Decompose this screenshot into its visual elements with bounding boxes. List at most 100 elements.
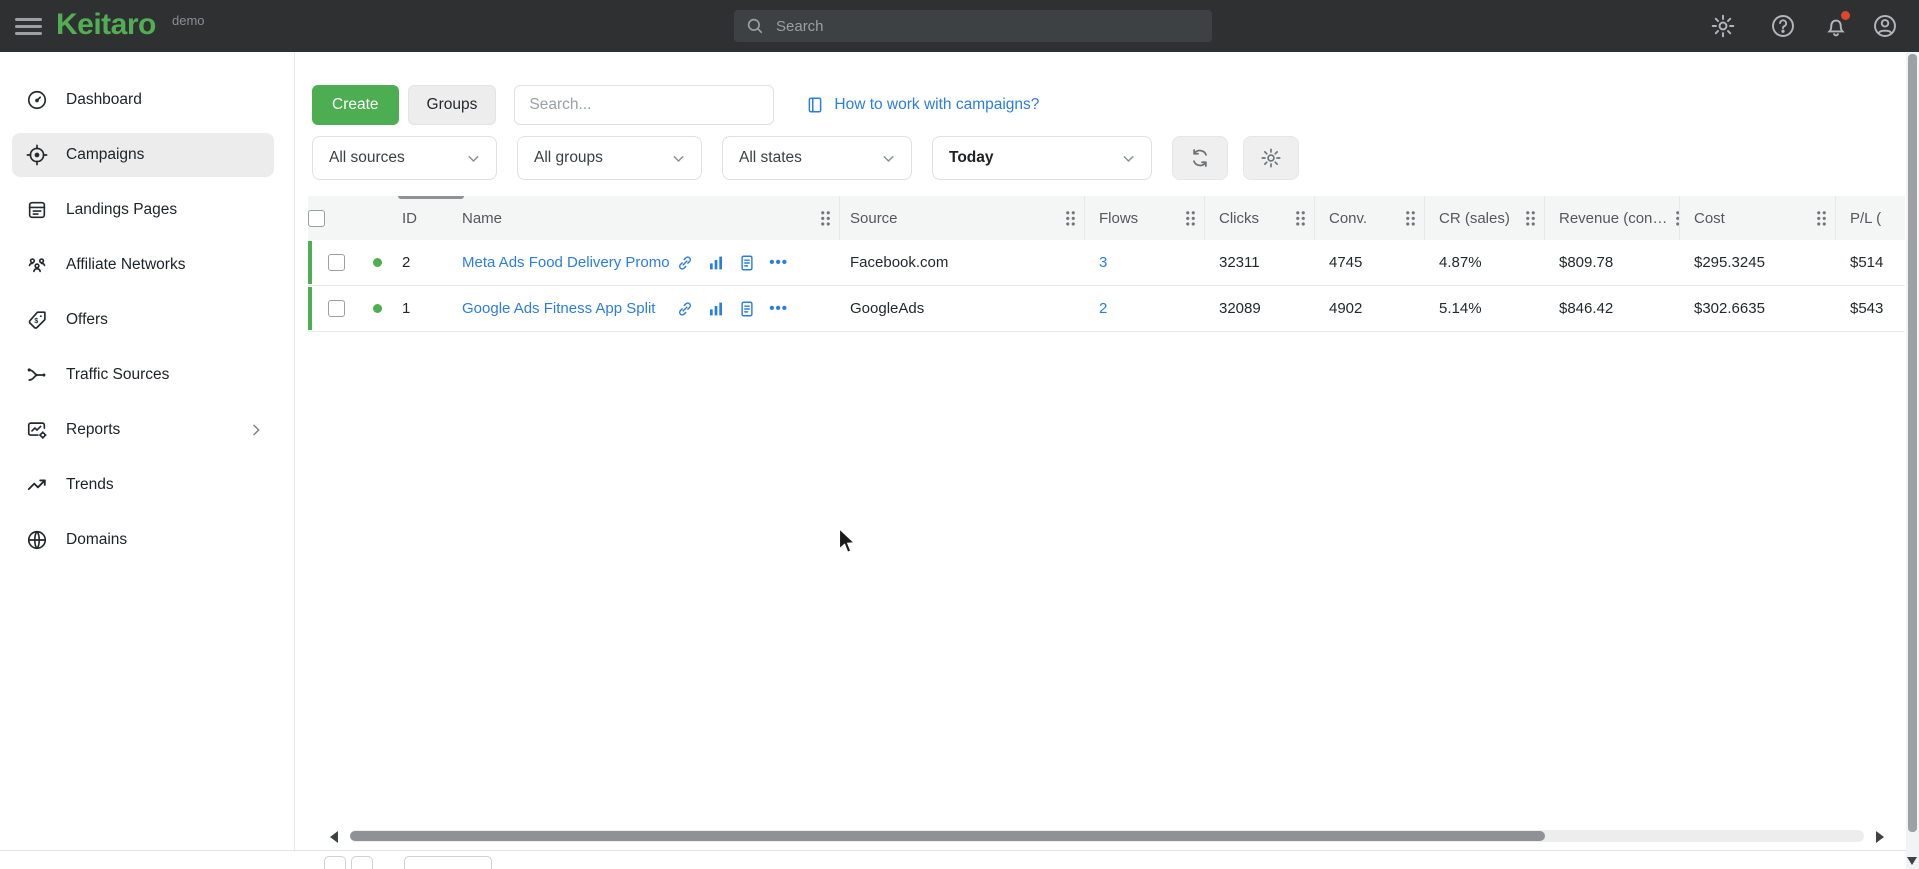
groups-button[interactable]: Groups [408, 85, 497, 125]
sidebar-item-label: Traffic Sources [66, 366, 169, 384]
states-filter-dropdown[interactable]: All states [722, 136, 912, 180]
sidebar-item-label: Affiliate Networks [66, 256, 185, 274]
column-header-cr-sales[interactable]: CR (sales) [1425, 196, 1545, 240]
conversions-value: 4745 [1315, 240, 1425, 285]
book-icon [806, 96, 824, 114]
sources-filter-dropdown[interactable]: All sources [312, 136, 497, 180]
horizontal-scrollbar-thumb[interactable] [350, 831, 1545, 841]
row-actions: ••• [676, 300, 788, 318]
more-actions-icon[interactable]: ••• [769, 254, 788, 271]
column-header-revenue[interactable]: Revenue (con… [1545, 196, 1680, 240]
column-drag-handle-icon[interactable] [1185, 210, 1196, 227]
revenue-value: $809.78 [1545, 240, 1680, 285]
scroll-right-arrow[interactable] [1876, 831, 1884, 843]
table-top-scrollbar-thumb[interactable] [398, 196, 464, 199]
column-drag-handle-icon[interactable] [1405, 210, 1416, 227]
gauge-icon [26, 89, 48, 111]
refresh-button[interactable] [1172, 136, 1228, 180]
sources-filter-value: All sources [329, 149, 405, 167]
sidebar-item-reports[interactable]: Reports [12, 408, 274, 452]
hamburger-menu-icon[interactable] [15, 14, 42, 38]
people-icon [26, 254, 48, 276]
table-row: 1 Google Ads Fitness App Split ••• Googl… [308, 286, 1905, 332]
column-drag-handle-icon[interactable] [1065, 210, 1076, 227]
topbar: Keitaro demo [0, 0, 1919, 52]
status-dot-active [373, 258, 382, 267]
help-icon[interactable] [1770, 13, 1796, 39]
target-icon [26, 144, 48, 166]
campaign-source: Facebook.com [840, 240, 1085, 285]
status-dot-active [373, 304, 382, 313]
sidebar-item-domains[interactable]: Domains [12, 518, 274, 562]
vertical-scrollbar-thumb[interactable] [1908, 54, 1917, 832]
chevron-down-icon [1120, 150, 1137, 167]
column-drag-handle-icon[interactable] [1525, 210, 1536, 227]
campaigns-search-input[interactable] [514, 85, 774, 125]
cr-value: 4.87% [1425, 240, 1545, 285]
global-search-input[interactable] [776, 18, 1200, 35]
account-icon[interactable] [1872, 13, 1898, 39]
campaign-stats-icon[interactable] [707, 254, 725, 272]
column-header-name[interactable]: Name [456, 196, 840, 240]
column-header-conv[interactable]: Conv. [1315, 196, 1425, 240]
sidebar-item-landings-pages[interactable]: Landings Pages [12, 188, 274, 232]
column-header-pl[interactable]: P/L ( [1836, 196, 1905, 240]
cost-value: $302.6635 [1680, 286, 1836, 331]
groups-filter-value: All groups [534, 149, 603, 167]
cr-value: 5.14% [1425, 286, 1545, 331]
sidebar-item-campaigns[interactable]: Campaigns [12, 133, 274, 177]
row-actions: ••• [676, 254, 788, 272]
notifications-bell-icon[interactable] [1823, 13, 1849, 39]
column-drag-handle-icon[interactable] [1295, 210, 1306, 227]
column-header-clicks[interactable]: Clicks [1205, 196, 1315, 240]
campaign-notes-icon[interactable] [738, 300, 756, 318]
pl-value: $514 [1836, 240, 1905, 285]
scroll-down-arrow[interactable] [1907, 857, 1917, 865]
date-range-value: Today [949, 149, 994, 167]
date-range-dropdown[interactable]: Today [932, 136, 1152, 180]
row-checkbox[interactable] [328, 300, 345, 317]
sidebar-item-offers[interactable]: $ Offers [12, 298, 274, 342]
pagination-button[interactable] [324, 856, 346, 869]
column-header-cost[interactable]: Cost [1680, 196, 1836, 240]
groups-filter-dropdown[interactable]: All groups [517, 136, 702, 180]
table-settings-button[interactable] [1243, 136, 1299, 180]
help-campaigns-link[interactable]: How to work with campaigns? [806, 96, 1039, 114]
column-header-flows[interactable]: Flows [1085, 196, 1205, 240]
states-filter-value: All states [739, 149, 802, 167]
horizontal-scrollbar-track[interactable] [350, 830, 1864, 842]
main-content: Create Groups How to work with campaigns… [296, 52, 1919, 869]
sidebar-item-affiliate-networks[interactable]: Affiliate Networks [12, 243, 274, 287]
sidebar-item-label: Offers [66, 311, 108, 329]
sidebar-item-dashboard[interactable]: Dashboard [12, 78, 274, 122]
row-checkbox[interactable] [328, 254, 345, 271]
create-button[interactable]: Create [312, 85, 399, 125]
campaign-link-icon[interactable] [676, 254, 694, 272]
campaign-name-link[interactable]: Meta Ads Food Delivery Promo [462, 254, 670, 271]
pagination-button[interactable] [351, 856, 373, 869]
more-actions-icon[interactable]: ••• [769, 300, 788, 317]
horizontal-scrollbar [308, 825, 1892, 848]
status-column-header [364, 196, 390, 240]
column-header-id[interactable]: ID [390, 196, 456, 240]
column-drag-handle-icon[interactable] [1816, 210, 1827, 227]
pages-icon [26, 199, 48, 221]
select-all-checkbox[interactable] [308, 210, 325, 227]
sidebar-item-trends[interactable]: Trends [12, 463, 274, 507]
sidebar-item-traffic-sources[interactable]: Traffic Sources [12, 353, 274, 397]
sidebar-item-label: Landings Pages [66, 201, 177, 219]
campaign-notes-icon[interactable] [738, 254, 756, 272]
split-icon [26, 364, 48, 386]
campaign-name-link[interactable]: Google Ads Fitness App Split [462, 300, 655, 317]
scroll-left-arrow[interactable] [330, 831, 338, 843]
flows-count-link[interactable]: 2 [1099, 300, 1107, 317]
flows-count-link[interactable]: 3 [1099, 254, 1107, 271]
campaign-link-icon[interactable] [676, 300, 694, 318]
column-drag-handle-icon[interactable] [820, 210, 831, 227]
vertical-scrollbar[interactable] [1906, 52, 1919, 869]
campaign-stats-icon[interactable] [707, 300, 725, 318]
page-size-select[interactable] [404, 856, 492, 869]
settings-gear-icon[interactable] [1710, 13, 1736, 39]
global-search[interactable] [734, 10, 1212, 42]
column-header-source[interactable]: Source [840, 196, 1085, 240]
